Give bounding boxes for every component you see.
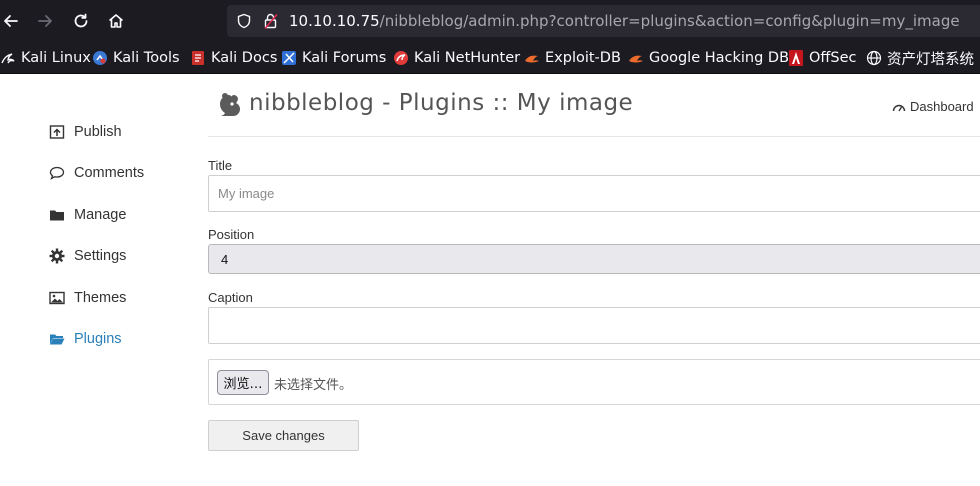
back-icon[interactable] <box>0 10 22 32</box>
bookmark-kali-forums[interactable]: Kali Forums <box>281 49 386 67</box>
folder-open-icon <box>48 331 65 348</box>
image-icon <box>48 290 65 307</box>
insecure-lock-icon[interactable] <box>262 12 280 30</box>
url-host: 10.10.10.75 <box>289 12 380 30</box>
sidebar-item-plugins[interactable]: Plugins <box>48 328 122 350</box>
globe-icon <box>866 50 882 66</box>
title-input[interactable] <box>208 175 980 212</box>
position-select[interactable]: 4 <box>208 244 980 274</box>
sidebar-item-themes[interactable]: Themes <box>48 287 126 309</box>
page-title: nibbleblog - Plugins :: My image <box>249 90 634 116</box>
dashboard-link[interactable]: Dashboard <box>892 99 974 114</box>
file-status-text: 未选择文件。 <box>274 378 353 393</box>
url-bar[interactable]: 10.10.10.75/nibbleblog/admin.php?control… <box>227 5 980 37</box>
position-value: 4 <box>221 251 229 267</box>
kali-dragon-icon <box>0 50 16 66</box>
save-changes-button[interactable]: Save changes <box>208 420 359 451</box>
tracking-shield-icon[interactable] <box>236 13 252 29</box>
offsec-icon <box>788 50 804 66</box>
url-text[interactable]: 10.10.10.75/nibbleblog/admin.php?control… <box>289 12 960 30</box>
bookmark-kali-linux[interactable]: Kali Linux <box>0 49 91 67</box>
dashboard-gauge-icon <box>892 101 906 113</box>
caption-input[interactable] <box>208 307 980 344</box>
kali-tools-icon <box>92 50 108 66</box>
title-label: Title <box>208 158 233 173</box>
file-upload-field: 浏览… 未选择文件。 <box>208 359 980 405</box>
sidebar-item-settings[interactable]: Settings <box>48 245 126 267</box>
caption-label: Caption <box>208 290 253 305</box>
bookmark-kali-docs[interactable]: Kali Docs <box>190 49 277 67</box>
reload-icon[interactable] <box>70 10 92 32</box>
kali-forums-icon <box>281 50 297 66</box>
bookmark-asset-lighthouse[interactable]: 资产灯塔系统 <box>866 49 974 68</box>
exploit-db-icon <box>524 50 540 66</box>
browse-file-button[interactable]: 浏览… <box>217 370 269 395</box>
bookmark-exploit-db[interactable]: Exploit-DB <box>524 49 621 67</box>
sidebar-item-comments[interactable]: Comments <box>48 162 144 184</box>
header-divider <box>208 136 980 137</box>
bookmark-google-hacking-db[interactable]: Google Hacking DB <box>628 49 789 67</box>
forward-icon[interactable] <box>34 10 56 32</box>
folder-icon <box>48 207 65 224</box>
kali-docs-icon <box>190 50 206 66</box>
gear-icon <box>48 248 65 265</box>
bookmark-kali-tools[interactable]: Kali Tools <box>92 49 180 67</box>
url-path: /nibbleblog/admin.php?controller=plugins… <box>379 12 960 30</box>
sidebar-item-manage[interactable]: Manage <box>48 204 126 226</box>
ghdb-icon <box>628 50 644 66</box>
bookmarks-bar: Kali Linux Kali Tools Kali Docs Kali For… <box>0 43 980 74</box>
page-content: Publish Comments Manage Settings Themes … <box>0 75 980 486</box>
publish-icon <box>48 124 65 141</box>
home-icon[interactable] <box>105 10 127 32</box>
bookmark-offsec[interactable]: OffSec <box>788 49 857 67</box>
position-label: Position <box>208 227 255 242</box>
nibbleblog-logo-icon <box>216 91 242 119</box>
browser-toolbar: 10.10.10.75/nibbleblog/admin.php?control… <box>0 0 980 43</box>
nethunter-icon <box>393 50 409 66</box>
bookmark-kali-nethunter[interactable]: Kali NetHunter <box>393 49 520 67</box>
sidebar-item-publish[interactable]: Publish <box>48 121 122 143</box>
comment-icon <box>48 165 65 182</box>
